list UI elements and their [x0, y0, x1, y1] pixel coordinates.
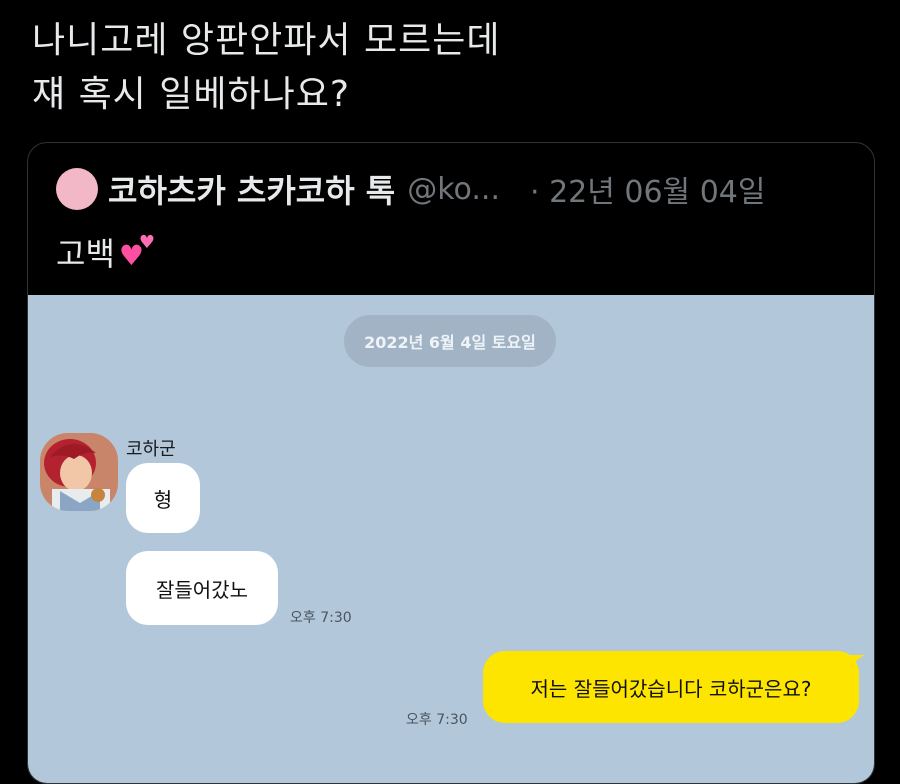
- message-timestamp: 오후 7:30: [406, 712, 468, 728]
- quoted-user-display-name[interactable]: 코하츠카 츠카코하 톡: [108, 166, 395, 212]
- tweet-text-line-1: 나니고레 앙판안파서 모르는데: [32, 20, 501, 61]
- chat-bubble-received: 잘들어갔노: [126, 551, 278, 625]
- chat-bubble-sent: 저는 잘들어갔습니다 코하군은요?: [483, 651, 859, 723]
- message-timestamp: 오후 7:30: [290, 610, 352, 626]
- quoted-tweet-card[interactable]: 코하츠카 츠카코하 톡 @ko... · 22년 06월 04일 고백 ♥ ♥ 2…: [27, 142, 875, 784]
- quoted-tweet-date[interactable]: · 22년 06월 04일: [530, 167, 765, 211]
- quoted-user-handle[interactable]: @ko...: [407, 172, 500, 207]
- chat-date-divider: 2022년 6월 4일 토요일: [344, 315, 556, 367]
- quoted-tweet-text-label: 고백: [56, 235, 115, 273]
- sender-name: 코하군: [126, 439, 176, 460]
- quoted-user-avatar[interactable]: [56, 168, 98, 210]
- quoted-tweet-header: 코하츠카 츠카코하 톡 @ko... · 22년 06월 04일: [56, 167, 854, 211]
- tweet-text: 나니고레 앙판안파서 모르는데 쟤 혹시 일베하나요?: [32, 14, 872, 122]
- chat-screenshot-image[interactable]: 2022년 6월 4일 토요일 코하군 형 잘들어갔노 오후 7:30 저는 잘…: [28, 295, 874, 783]
- chat-bubble-received: 형: [126, 463, 200, 533]
- quoted-tweet-text: 고백 ♥ ♥: [56, 229, 159, 275]
- sender-avatar: [40, 433, 118, 511]
- avatar-illustration-icon: [40, 433, 118, 511]
- tweet-text-line-2: 쟤 혹시 일베하나요?: [32, 74, 350, 115]
- two-hearts-icon: ♥ ♥: [118, 232, 156, 272]
